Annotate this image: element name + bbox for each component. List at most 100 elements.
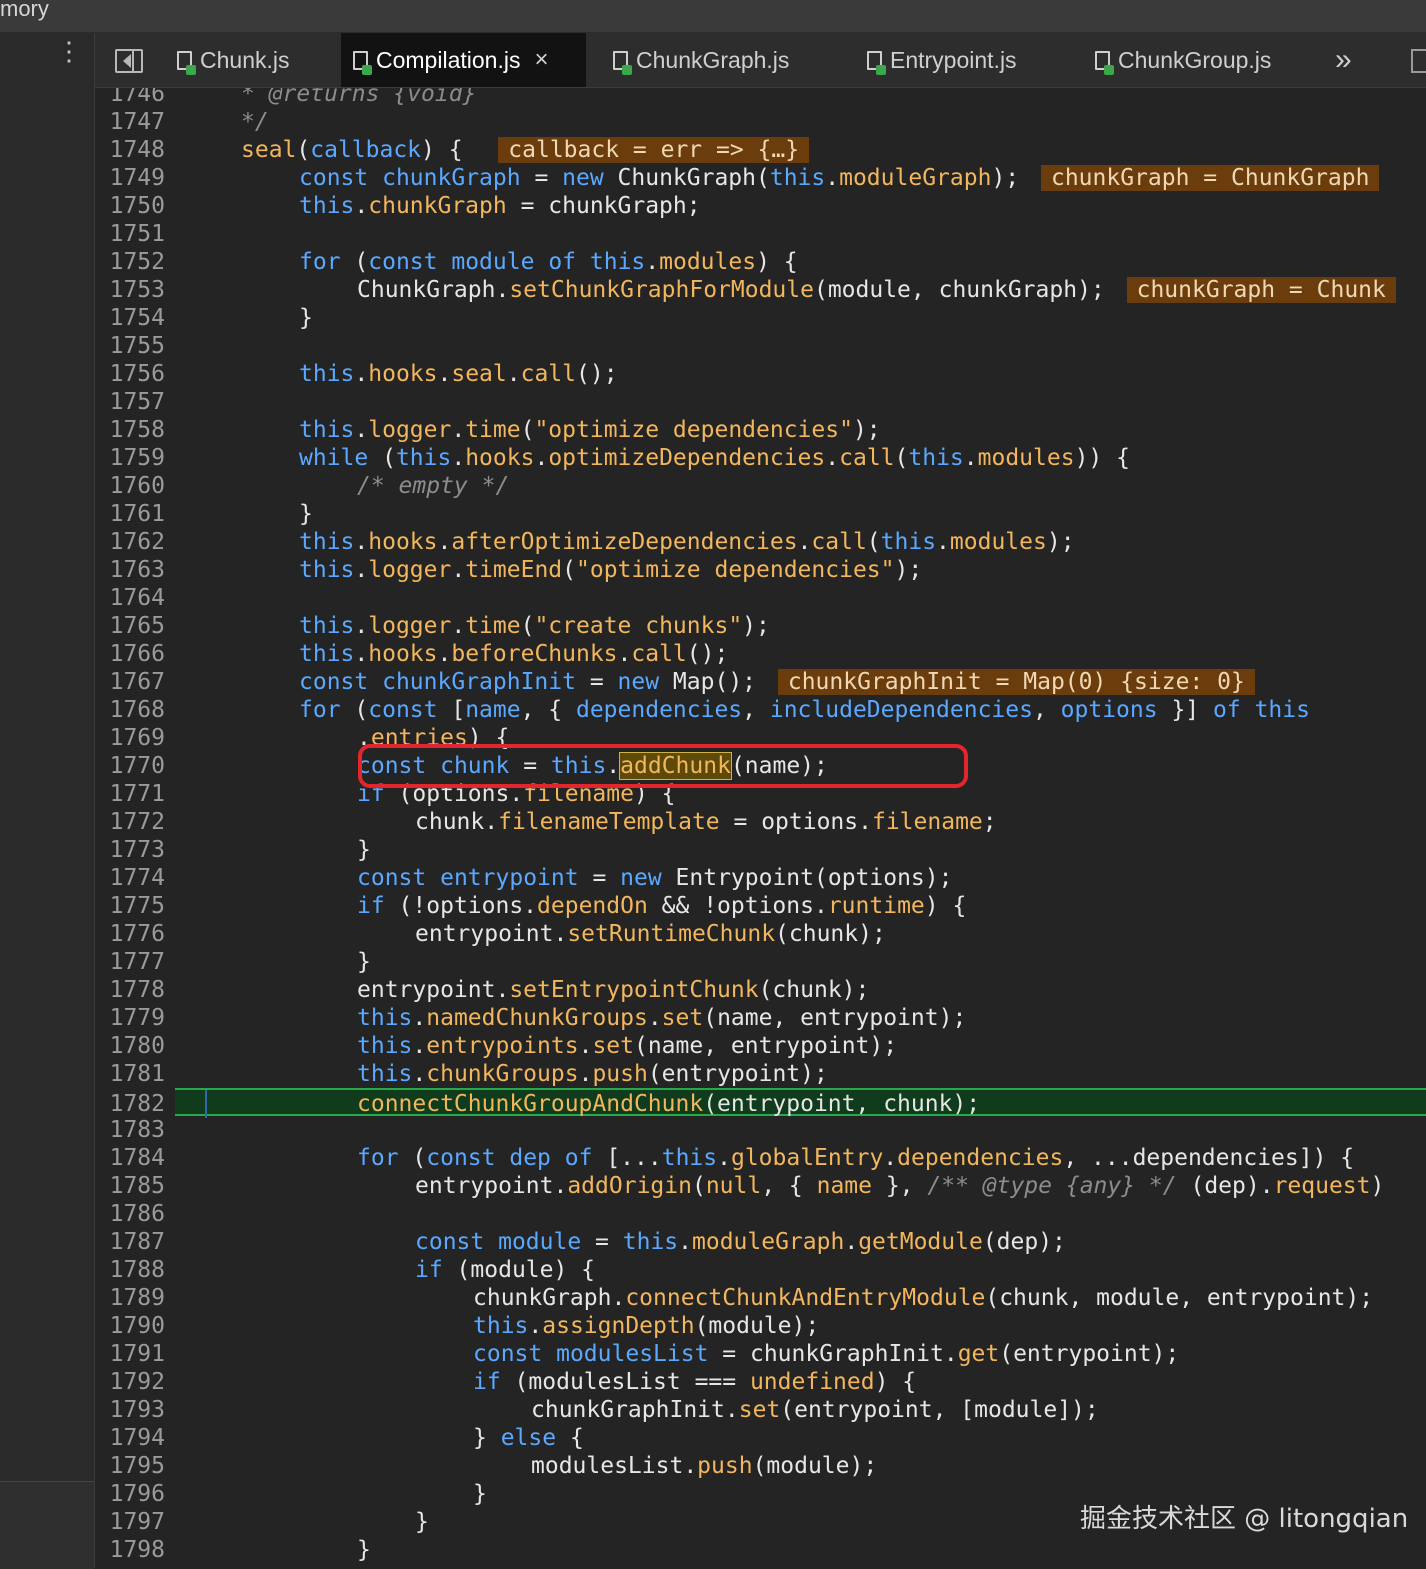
left-panel-lower <box>0 1481 94 1569</box>
code-line[interactable]: 1757 <box>95 388 1426 416</box>
code-line[interactable]: 1773} <box>95 836 1426 864</box>
code-line[interactable]: 1768 for (const [name, { dependencies, in… <box>95 696 1426 724</box>
line-number: 1758 <box>109 417 165 443</box>
top-strip: mory <box>0 0 1426 33</box>
code-line[interactable]: 1784 for (const dep of [...this.globalEnt… <box>95 1144 1426 1172</box>
code-line[interactable]: 1750 this.chunkGraph = chunkGraph; <box>95 192 1426 220</box>
code-text: ChunkGraph.setChunkGraphForModule(module… <box>357 276 1396 304</box>
code-text: const chunkGraph = new ChunkGraph(this.m… <box>299 164 1380 192</box>
code-line[interactable]: 1778 entrypoint.setEntrypointChunk(chunk)… <box>95 976 1426 1004</box>
code-line[interactable]: 1794} else { <box>95 1424 1426 1452</box>
line-number: 1776 <box>109 921 165 947</box>
close-icon[interactable]: × <box>534 46 548 74</box>
code-line[interactable]: 1760 /* empty */ <box>95 472 1426 500</box>
code-line[interactable]: 1759 while (this.hooks.optimizeDependenci… <box>95 444 1426 472</box>
line-number: 1774 <box>109 865 165 891</box>
code-line[interactable]: 1791 const modulesList = chunkGraphInit.g… <box>95 1340 1426 1368</box>
code-line[interactable]: 1764 <box>95 584 1426 612</box>
code-line[interactable]: 1785 entrypoint.addOrigin(null, { name },… <box>95 1172 1426 1200</box>
code-line[interactable]: 1783 <box>95 1116 1426 1144</box>
code-line[interactable]: 1767 const chunkGraphInit = new Map(); ch… <box>95 668 1426 696</box>
code-line[interactable]: 1774 const entrypoint = new Entrypoint(op… <box>95 864 1426 892</box>
line-number: 1761 <box>109 501 165 527</box>
code-text: this.assignDepth(module); <box>473 1313 820 1339</box>
line-number: 1785 <box>109 1173 165 1199</box>
line-number: 1797 <box>109 1509 165 1535</box>
code-line[interactable]: 1772 chunk.filenameTemplate = options.fil… <box>95 808 1426 836</box>
code-line[interactable]: 1756 this.hooks.seal.call(); <box>95 360 1426 388</box>
code-text: .entries) { <box>357 725 510 751</box>
code-text: } <box>299 305 313 331</box>
code-line[interactable]: 1775 if (!options.dependOn && !options.ru… <box>95 892 1426 920</box>
code-line[interactable]: 1771 if (options.filename) { <box>95 780 1426 808</box>
chevrons-right-icon[interactable]: » <box>1335 43 1352 77</box>
code-line[interactable]: 1755 <box>95 332 1426 360</box>
code-line[interactable]: 1780 this.entrypoints.set(name, entrypoin… <box>95 1032 1426 1060</box>
code-text: this.hooks.beforeChunks.call(); <box>299 641 729 667</box>
code-line[interactable]: 1793 chunkGraphInit.set(entrypoint, [modu… <box>95 1396 1426 1424</box>
code-text: chunkGraph.connectChunkAndEntryModule(ch… <box>473 1285 1374 1311</box>
code-line[interactable]: 1765 this.logger.time("create chunks"); <box>95 612 1426 640</box>
code-text: connectChunkGroupAndChunk(entrypoint, ch… <box>357 1091 981 1117</box>
tab-chunkgroup-js[interactable]: ChunkGroup.js <box>1083 33 1283 87</box>
tab-label: Entrypoint.js <box>890 46 1017 73</box>
code-text: const modulesList = chunkGraphInit.get(e… <box>473 1341 1180 1367</box>
code-line[interactable]: 1798} <box>95 1536 1426 1564</box>
code-text: entrypoint.addOrigin(null, { name }, /**… <box>415 1173 1385 1199</box>
code-editor[interactable]: 1746 * @returns {void} 1747 */ 1748 seal(call… <box>95 88 1426 1568</box>
code-line[interactable]: 1749 const chunkGraph = new ChunkGraph(th… <box>95 164 1426 192</box>
code-line[interactable]: 1758 this.logger.time("optimize dependenc… <box>95 416 1426 444</box>
line-number: 1764 <box>109 585 165 611</box>
code-line[interactable]: 1751 <box>95 220 1426 248</box>
code-text: for (const module of this.modules) { <box>299 249 798 275</box>
line-number: 1760 <box>109 473 165 499</box>
tab-chunk-js[interactable]: Chunk.js <box>165 33 301 87</box>
code-line[interactable]: 1786 <box>95 1200 1426 1228</box>
code-line[interactable]: 1792 if (modulesList === undefined) { <box>95 1368 1426 1396</box>
code-line[interactable]: 1790 this.assignDepth(module); <box>95 1312 1426 1340</box>
code-line[interactable]: 1781 this.chunkGroups.push(entrypoint); <box>95 1060 1426 1088</box>
code-line[interactable]: 1782 connectChunkGroupAndChunk(entrypoint… <box>110 1088 1426 1118</box>
line-number: 1780 <box>109 1033 165 1059</box>
code-line[interactable]: 1753 ChunkGraph.setChunkGraphForModule(mo… <box>95 276 1426 304</box>
code-line[interactable]: 1769 .entries) { <box>95 724 1426 752</box>
code-line[interactable]: 1779 this.namedChunkGroups.set(name, entr… <box>95 1004 1426 1032</box>
line-number: 1790 <box>109 1313 165 1339</box>
code-line[interactable]: 1795 modulesList.push(module); <box>95 1452 1426 1480</box>
code-line[interactable]: 1787 const module = this.moduleGraph.getM… <box>95 1228 1426 1256</box>
line-number: 1788 <box>109 1257 165 1283</box>
code-line[interactable]: 1766 this.hooks.beforeChunks.call(); <box>95 640 1426 668</box>
code-text: for (const [name, { dependencies, includ… <box>299 697 1310 723</box>
code-line[interactable]: 1763 this.logger.timeEnd("optimize depend… <box>95 556 1426 584</box>
code-line[interactable]: 1752 for (const module of this.modules) { <box>95 248 1426 276</box>
editor-action-icon[interactable] <box>1411 49 1426 73</box>
code-line[interactable]: 1761} <box>95 500 1426 528</box>
code-text: this.logger.time("optimize dependencies"… <box>299 417 881 443</box>
line-number: 1748 <box>109 137 165 163</box>
code-line[interactable]: 1746 * @returns {void} <box>95 88 1426 108</box>
code-line[interactable]: 1748 seal(callback) { callback = err => {… <box>95 136 1426 164</box>
line-number: 1787 <box>109 1229 165 1255</box>
tab-chunkgraph-js[interactable]: ChunkGraph.js <box>601 33 801 87</box>
line-number: 1755 <box>109 333 165 359</box>
code-line[interactable]: 1747 */ <box>95 108 1426 136</box>
code-text: entrypoint.setRuntimeChunk(chunk); <box>415 921 886 947</box>
code-line[interactable]: 1789 chunkGraph.connectChunkAndEntryModul… <box>95 1284 1426 1312</box>
code-line[interactable]: 1777} <box>95 948 1426 976</box>
line-number: 1754 <box>109 305 165 331</box>
code-line[interactable]: 1770 const chunk = this.addChunk(name); <box>95 752 1426 780</box>
code-text: } <box>357 837 371 863</box>
code-line[interactable]: 1762 this.hooks.afterOptimizeDependencies… <box>95 528 1426 556</box>
code-text: } <box>473 1481 487 1507</box>
kebab-menu-icon[interactable]: ⋮ <box>56 38 82 77</box>
line-number: 1778 <box>109 977 165 1003</box>
line-number: 1793 <box>109 1397 165 1423</box>
panel-toggle-icon[interactable] <box>115 49 143 73</box>
tab-entrypoint-js[interactable]: Entrypoint.js <box>855 33 1029 87</box>
code-line[interactable]: 1776 entrypoint.setRuntimeChunk(chunk); <box>95 920 1426 948</box>
line-number: 1757 <box>109 389 165 415</box>
code-text: this.namedChunkGroups.set(name, entrypoi… <box>357 1005 967 1031</box>
tab-compilation-js[interactable]: Compilation.js × <box>341 33 586 87</box>
code-line[interactable]: 1788 if (module) { <box>95 1256 1426 1284</box>
code-line[interactable]: 1754} <box>95 304 1426 332</box>
